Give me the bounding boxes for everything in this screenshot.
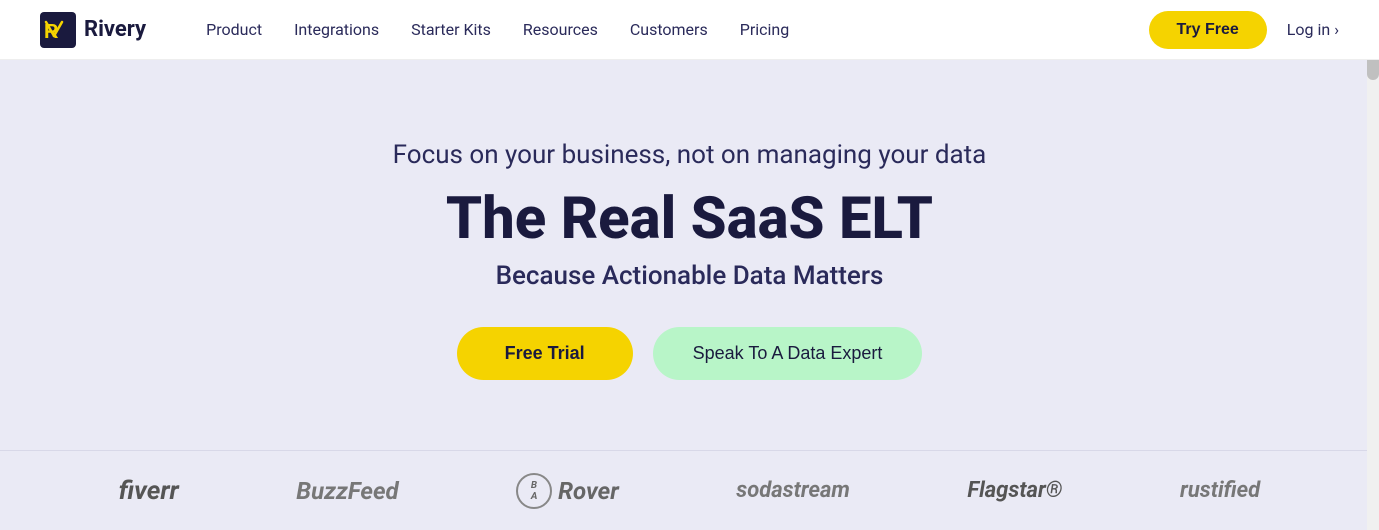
hero-description: Because Actionable Data Matters [496,261,884,291]
nav-actions: Try Free Log in › [1149,11,1340,49]
navbar: R Rivery Product Integrations Starter Ki… [0,0,1379,60]
nav-links: Product Integrations Starter Kits Resour… [206,20,1148,39]
nav-starter-kits[interactable]: Starter Kits [411,20,491,39]
nav-customers[interactable]: Customers [630,20,708,39]
hero-subtitle: Focus on your business, not on managing … [393,140,987,170]
speak-to-expert-button[interactable]: Speak To A Data Expert [653,327,923,380]
login-arrow: › [1334,20,1339,39]
nav-resources[interactable]: Resources [523,20,598,39]
hero-title: The Real SaaS ELT [446,188,933,252]
try-free-button[interactable]: Try Free [1149,11,1267,49]
logos-section: fiverr BuzzFeed BA Rover sodastream Flag… [0,450,1379,530]
nav-product[interactable]: Product [206,20,262,39]
login-link[interactable]: Log in › [1287,20,1339,39]
scrollbar[interactable] [1367,0,1379,530]
nav-pricing[interactable]: Pricing [740,20,790,39]
hero-section: Focus on your business, not on managing … [0,60,1379,450]
hero-buttons: Free Trial Speak To A Data Expert [457,327,923,380]
rivery-logo-icon: R [40,12,76,48]
logo-rover: BA Rover [516,473,619,509]
nav-integrations[interactable]: Integrations [294,20,379,39]
free-trial-button[interactable]: Free Trial [457,327,633,380]
logo-flagstar: Flagstar® [967,478,1062,503]
logo[interactable]: R Rivery [40,12,146,48]
rover-badge-icon: BA [516,473,552,509]
login-label: Log in [1287,20,1330,39]
logo-fiverr: fiverr [119,476,179,506]
logo-buzzfeed: BuzzFeed [296,477,398,505]
logo-text: Rivery [84,17,146,42]
logo-rustified: rustified [1180,478,1260,503]
logo-sodastream: sodastream [736,478,850,503]
